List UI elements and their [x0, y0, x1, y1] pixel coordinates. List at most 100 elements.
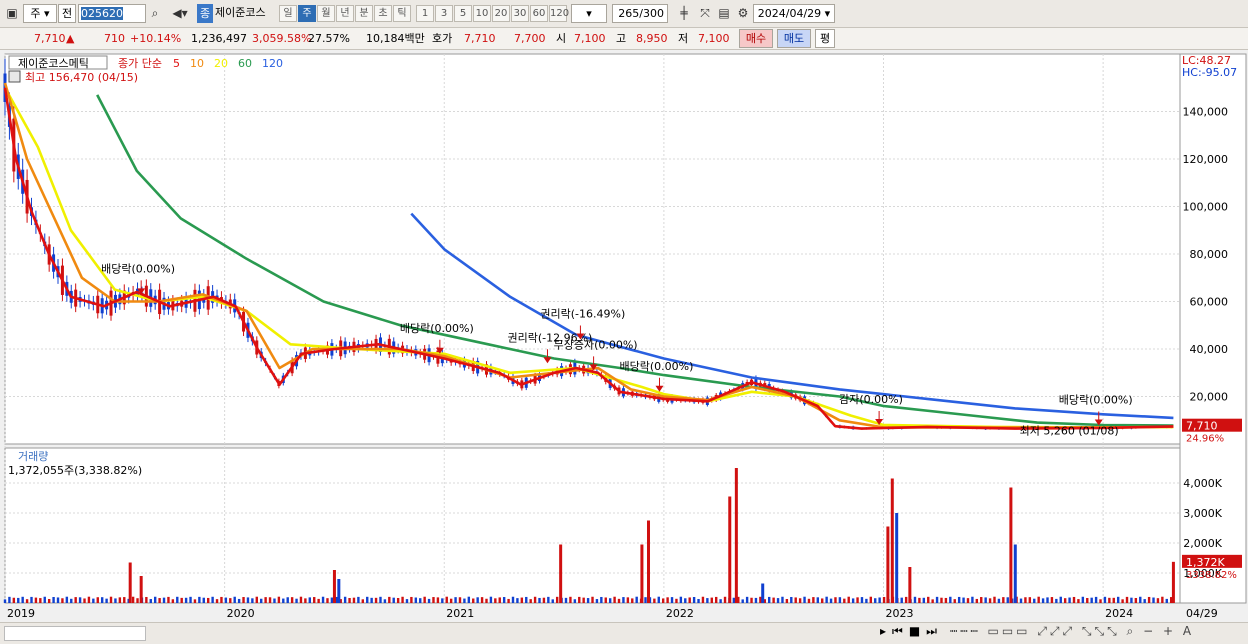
- volume-bar: [604, 597, 607, 603]
- volume-bar: [882, 596, 886, 603]
- x-tick-label: 2021: [446, 607, 474, 620]
- buy-button[interactable]: 매수: [739, 29, 773, 48]
- period-tab-일[interactable]: 일: [279, 5, 297, 22]
- volume-bar: [697, 598, 700, 603]
- interval-1[interactable]: 1: [416, 5, 434, 22]
- volume-bar: [286, 597, 289, 603]
- volume-bar: [1112, 597, 1115, 603]
- period-tab-분[interactable]: 분: [355, 5, 373, 22]
- volume-bar: [904, 596, 908, 603]
- event-label: 배당락(0.00%): [400, 322, 474, 335]
- period-tab-월[interactable]: 월: [317, 5, 335, 22]
- trade-amount: 10,184백만: [366, 32, 425, 45]
- search-icon[interactable]: ⌕: [147, 4, 163, 23]
- count-field[interactable]: 265/300: [612, 4, 668, 23]
- quote-bar: 7,710 ▲ 710 +10.14% 1,236,497 3,059.58% …: [0, 28, 1248, 50]
- volume-bar: [829, 598, 833, 603]
- volume-bar: [498, 597, 501, 603]
- volume-bar: [282, 598, 285, 603]
- volume-bar: [313, 597, 316, 603]
- volume-bar: [432, 597, 435, 603]
- volume-bar: [869, 596, 873, 603]
- ma-label: 종가 단순: [118, 57, 162, 70]
- scope-button[interactable]: 전: [58, 4, 76, 23]
- period-tab-년[interactable]: 년: [336, 5, 354, 22]
- volume-bar: [971, 596, 974, 603]
- volume-bar: [171, 599, 175, 603]
- interval-60[interactable]: 60: [530, 5, 548, 22]
- event-label: 감자(0.00%): [839, 393, 903, 406]
- volume-title: 거래량: [18, 450, 48, 463]
- volume-bar: [1072, 596, 1076, 603]
- interval-3[interactable]: 3: [435, 5, 453, 22]
- period-tab-초[interactable]: 초: [374, 5, 392, 22]
- volume-bar: [158, 598, 161, 603]
- volume-bar: [290, 597, 294, 603]
- volume-bar: [65, 596, 69, 603]
- volume-bar: [953, 599, 956, 603]
- volume-bar: [631, 598, 634, 603]
- volume-bar: [388, 596, 391, 603]
- interval-120[interactable]: 120: [549, 5, 569, 22]
- market-value: 주: [30, 7, 41, 20]
- volume-bar: [710, 597, 713, 603]
- volume-bar: [277, 596, 281, 603]
- volume-bar: [1125, 596, 1129, 603]
- save-icon[interactable]: ▤: [715, 4, 733, 23]
- volume-bar: [1143, 599, 1146, 603]
- period-tab-틱[interactable]: 틱: [393, 5, 411, 22]
- volume-bar: [843, 598, 846, 603]
- volume-bar: [229, 598, 232, 603]
- volume-bar: [591, 596, 594, 603]
- volume-bar: [595, 599, 599, 603]
- volume-bar: [776, 598, 780, 603]
- sell-button[interactable]: 매도: [777, 29, 811, 48]
- stock-chart[interactable]: 20,000 40,000 60,000 80,000 100,000 120,000 14…: [0, 50, 1248, 622]
- volume-bar: [78, 597, 82, 603]
- interval-30[interactable]: 30: [511, 5, 529, 22]
- volume-bar: [423, 596, 426, 603]
- draw-tools[interactable]: ┉┉┉ ▭▭▭ ⤢⤢⤢ ⤡⤡⤡ ⌕ − + A: [950, 624, 1194, 639]
- volume-spike: [908, 567, 912, 603]
- volume-bar: [1090, 597, 1093, 603]
- price-tick-label: 140,000: [1183, 106, 1229, 119]
- volume-bar: [123, 597, 126, 603]
- volume-bar: [352, 597, 356, 603]
- interval-5[interactable]: 5: [454, 5, 472, 22]
- volume-bar: [145, 596, 148, 603]
- hc-value: HC:-95.07: [1182, 66, 1237, 79]
- volume-bar: [944, 597, 948, 603]
- window-icon[interactable]: ▣: [3, 4, 21, 23]
- volume-bar: [405, 599, 409, 603]
- volume-bar: [807, 598, 811, 603]
- volume-bar: [401, 596, 404, 603]
- market-select[interactable]: 주 ▾: [23, 4, 57, 23]
- volume-bar: [96, 597, 99, 603]
- nav-controls[interactable]: ▸⏮■⏭: [880, 624, 943, 639]
- interval-dropdown[interactable]: ▾: [571, 4, 607, 23]
- volume-bar: [193, 599, 197, 603]
- volume-bar: [379, 596, 382, 603]
- volume-bar: [573, 599, 577, 603]
- scroll-track[interactable]: [4, 626, 146, 641]
- code-input[interactable]: 025620: [78, 4, 146, 23]
- volume-bar: [600, 596, 603, 603]
- line-tool-icon[interactable]: ⤧: [696, 4, 714, 23]
- volume-bar: [578, 596, 581, 603]
- period-tab-주[interactable]: 주: [298, 5, 316, 22]
- volume-spike: [559, 544, 563, 603]
- avg-button[interactable]: 평: [815, 29, 835, 48]
- turnover-pct: 27.57%: [308, 32, 350, 45]
- speaker-icon[interactable]: ◀▾: [166, 4, 194, 23]
- interval-20[interactable]: 20: [492, 5, 510, 22]
- volume-bar: [357, 596, 360, 603]
- candle-icon[interactable]: ╪: [675, 4, 693, 23]
- gear-icon[interactable]: ⚙: [734, 4, 752, 23]
- volume-bar: [109, 596, 113, 603]
- ma-legend-5: 5: [173, 57, 180, 70]
- volume-bar: [975, 598, 979, 603]
- interval-10[interactable]: 10: [473, 5, 491, 22]
- volume-bar: [785, 598, 789, 603]
- date-field[interactable]: 2024/04/29 ▾: [753, 4, 835, 23]
- volume-bar: [706, 598, 709, 603]
